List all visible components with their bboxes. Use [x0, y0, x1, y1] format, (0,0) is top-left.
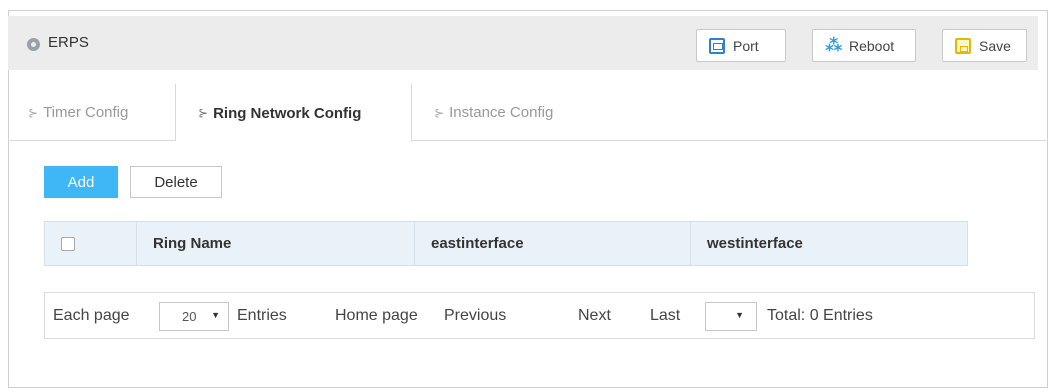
chevron-right-icon: ⊱: [434, 105, 445, 120]
port-icon: [709, 37, 725, 54]
last-link[interactable]: Last: [650, 307, 680, 325]
pagination-bar: Each page 20 ▼ Entries Home page Previou…: [44, 292, 1035, 339]
column-header-eastinterface[interactable]: eastinterface: [415, 222, 691, 265]
tab-label: Instance Config: [449, 104, 554, 121]
port-button[interactable]: Port: [696, 29, 786, 62]
delete-button[interactable]: Delete: [130, 166, 222, 198]
next-link[interactable]: Next: [578, 307, 611, 325]
header-bar: ERPS Port ⁂ Reboot Save: [8, 16, 1038, 70]
dropdown-arrow-icon: ▼: [735, 310, 744, 320]
table-header: Ring Name eastinterface westinterface: [44, 221, 968, 266]
home-page-link[interactable]: Home page: [335, 307, 418, 325]
tab-bar: ⊱ Timer Config ⊱ Ring Network Config ⊱ I…: [8, 84, 1048, 142]
save-button-label: Save: [979, 37, 1011, 54]
reboot-button-label: Reboot: [849, 37, 895, 54]
chevron-right-icon: ⊱: [198, 106, 209, 120]
page-size-value: 20: [182, 309, 197, 324]
tab-label: Timer Config: [43, 104, 129, 121]
section-dot-icon: [27, 38, 40, 51]
total-entries: Total: 0 Entries: [767, 307, 873, 324]
reboot-icon: ⁂: [825, 35, 843, 55]
tab-label: Ring Network Config: [213, 104, 362, 122]
select-all-cell: [45, 222, 137, 265]
port-button-label: Port: [733, 37, 759, 54]
tab-ring-network-config[interactable]: ⊱ Ring Network Config: [176, 84, 412, 142]
previous-link[interactable]: Previous: [444, 307, 506, 325]
add-button[interactable]: Add: [44, 166, 118, 198]
page-size-select[interactable]: 20 ▼: [159, 302, 229, 331]
reboot-button[interactable]: ⁂ Reboot: [812, 29, 916, 62]
page-number-select[interactable]: ▼: [705, 302, 757, 331]
chevron-right-icon: ⊱: [28, 105, 39, 120]
column-header-ring-name[interactable]: Ring Name: [137, 222, 415, 265]
save-icon: [955, 37, 971, 54]
each-page-label: Each page: [53, 307, 130, 324]
tab-timer-config[interactable]: ⊱ Timer Config: [8, 84, 176, 141]
select-all-checkbox[interactable]: [61, 236, 75, 251]
page-title: ERPS: [48, 34, 89, 51]
tab-instance-config[interactable]: ⊱ Instance Config: [412, 84, 612, 141]
entries-label: Entries: [237, 307, 287, 324]
save-button[interactable]: Save: [942, 29, 1027, 62]
dropdown-arrow-icon: ▼: [211, 310, 220, 320]
column-header-westinterface[interactable]: westinterface: [691, 222, 967, 265]
